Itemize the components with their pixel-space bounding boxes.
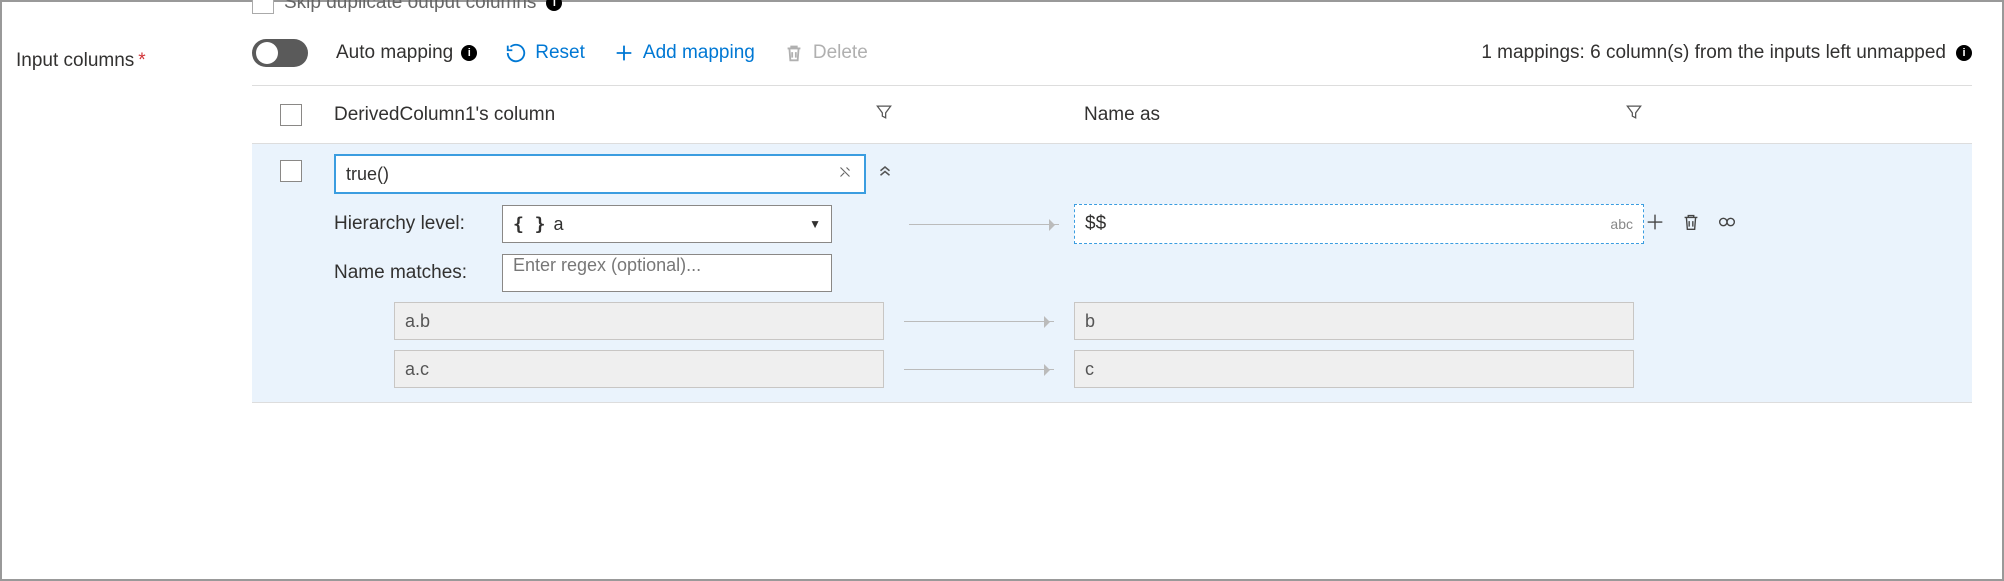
mapping-arrow — [884, 369, 1074, 370]
skip-duplicate-row: Skip duplicate output columns i — [252, 0, 562, 14]
reset-icon — [505, 42, 527, 64]
add-mapping-button[interactable]: Add mapping — [613, 42, 755, 64]
plus-icon — [613, 42, 635, 64]
type-badge: abc — [1610, 216, 1633, 232]
filter-icon[interactable] — [1624, 102, 1644, 128]
expression-editor-icon[interactable] — [836, 163, 854, 186]
rule-row: true() Hierarchy level: { — [252, 144, 1972, 403]
name-matches-input[interactable]: Enter regex (optional)... — [502, 254, 832, 292]
rule-expression-input[interactable]: true() — [334, 154, 866, 194]
delete-button: Delete — [783, 42, 868, 64]
skip-duplicate-checkbox[interactable] — [252, 0, 274, 14]
delete-action-icon[interactable] — [1680, 211, 1702, 238]
hierarchy-level-select[interactable]: { }a ▼ — [502, 205, 832, 243]
mapping-status: 1 mappings: 6 column(s) from the inputs … — [1481, 42, 1972, 64]
chevron-down-icon: ▼ — [809, 217, 821, 231]
mapping-source: a.b — [394, 302, 884, 340]
header-source-column: DerivedColumn1's column — [334, 104, 555, 126]
reset-button[interactable]: Reset — [505, 42, 585, 64]
skip-duplicate-label: Skip duplicate output columns — [284, 0, 536, 14]
input-columns-label: Input columns* — [2, 30, 252, 579]
header-name-as: Name as — [1084, 104, 1160, 126]
auto-mapping-toggle[interactable] — [252, 39, 308, 67]
mapping-arrow — [894, 224, 1074, 225]
hierarchy-level-label: Hierarchy level: — [334, 213, 492, 235]
mapping-target: b — [1074, 302, 1634, 340]
mapping-arrow — [884, 321, 1074, 322]
name-matches-row: Name matches: Enter regex (optional)... — [334, 254, 894, 292]
name-as-input[interactable]: $$ abc — [1074, 204, 1644, 244]
info-icon[interactable]: i — [461, 45, 477, 61]
name-matches-label: Name matches: — [334, 262, 492, 284]
table-header: DerivedColumn1's column Name as — [252, 86, 1972, 144]
auto-mapping-label: Auto mapping i — [336, 42, 477, 64]
info-icon[interactable]: i — [1956, 45, 1972, 61]
link-action-icon[interactable] — [1716, 211, 1738, 238]
collapse-icon[interactable] — [876, 164, 894, 185]
toolbar: Auto mapping i Reset Add mapping Delete … — [252, 30, 1972, 86]
trash-icon — [783, 42, 805, 64]
filter-icon[interactable] — [874, 102, 894, 128]
row-checkbox[interactable] — [280, 160, 302, 182]
info-icon[interactable]: i — [546, 0, 562, 11]
mapping-target: c — [1074, 350, 1634, 388]
add-action-icon[interactable] — [1644, 211, 1666, 238]
select-all-checkbox[interactable] — [280, 104, 302, 126]
hierarchy-level-row: Hierarchy level: { }a ▼ — [334, 205, 894, 243]
mapping-source: a.c — [394, 350, 884, 388]
